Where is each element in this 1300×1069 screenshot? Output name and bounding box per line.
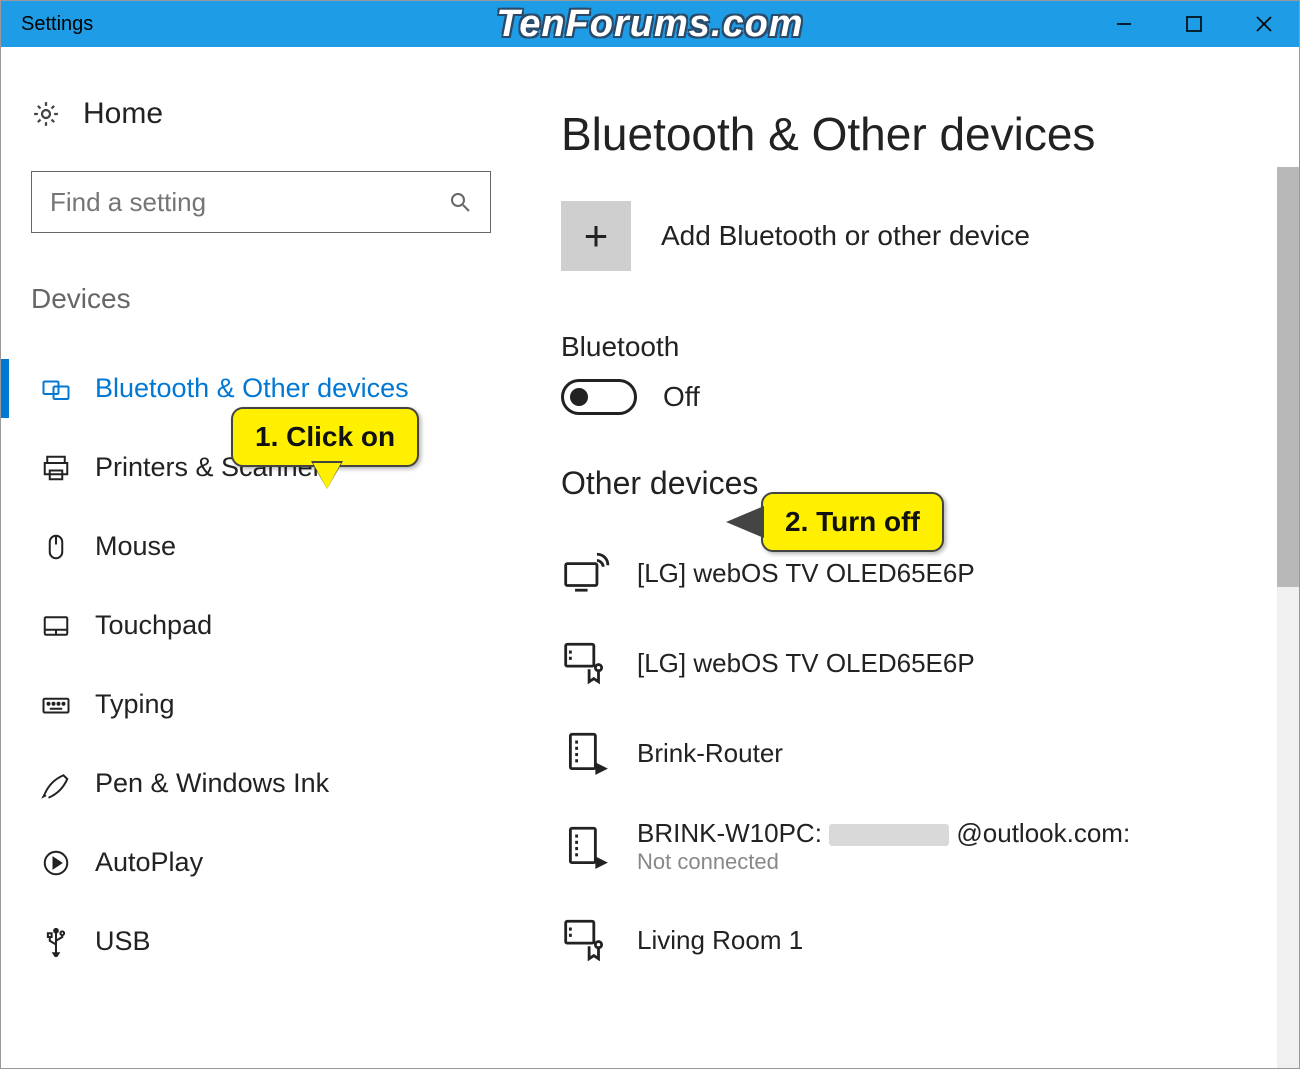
window-controls	[1089, 1, 1299, 47]
device-status: Not connected	[637, 849, 1130, 875]
mouse-icon	[41, 532, 71, 562]
bluetooth-devices-icon	[41, 374, 71, 404]
callout-tail	[729, 508, 765, 536]
sidebar-item-label: Pen & Windows Ink	[95, 768, 329, 799]
tv-cast-icon	[561, 548, 611, 598]
device-name-suffix: @outlook.com:	[956, 818, 1130, 848]
sidebar-item-typing[interactable]: Typing	[31, 665, 491, 744]
sidebar-item-pen[interactable]: Pen & Windows Ink	[31, 744, 491, 823]
device-name: Brink-Router	[637, 738, 783, 769]
add-device-button[interactable]: + Add Bluetooth or other device	[561, 201, 1269, 271]
callout-tail	[313, 463, 341, 489]
sidebar-item-label: Mouse	[95, 531, 176, 562]
search-input[interactable]	[50, 187, 448, 218]
device-name: [LG] webOS TV OLED65E6P	[637, 558, 975, 589]
scrollbar-thumb[interactable]	[1277, 167, 1299, 587]
bluetooth-toggle-row: Off	[561, 379, 1269, 415]
usb-icon	[41, 927, 71, 957]
close-button[interactable]	[1229, 1, 1299, 47]
device-item[interactable]: [LG] webOS TV OLED65E6P	[561, 618, 1269, 708]
sidebar-item-label: AutoPlay	[95, 847, 203, 878]
search-box[interactable]	[31, 171, 491, 233]
sidebar-item-label: Bluetooth & Other devices	[95, 373, 409, 404]
generic-device-icon	[561, 822, 611, 872]
window-title: Settings	[1, 13, 93, 36]
maximize-button[interactable]	[1159, 1, 1229, 47]
keyboard-icon	[41, 690, 71, 720]
touchpad-icon	[41, 611, 71, 641]
sidebar-section-label: Devices	[31, 283, 491, 315]
generic-device-icon	[561, 728, 611, 778]
annotation-text: 1. Click on	[255, 421, 395, 452]
device-name: BRINK-W10PC: @outlook.com:	[637, 818, 1130, 849]
media-device-icon	[561, 915, 611, 965]
bluetooth-label: Bluetooth	[561, 331, 1269, 363]
home-link[interactable]: Home	[31, 97, 491, 131]
sidebar: Home Devices Bluetooth & Other devices	[1, 47, 521, 1068]
titlebar: Settings TenForums.com	[1, 1, 1299, 47]
printer-icon	[41, 453, 71, 483]
annotation-text: 2. Turn off	[785, 506, 920, 537]
media-device-icon	[561, 638, 611, 688]
bluetooth-toggle[interactable]	[561, 379, 637, 415]
bluetooth-toggle-state: Off	[663, 381, 700, 413]
scrollbar[interactable]	[1277, 167, 1299, 1068]
add-device-label: Add Bluetooth or other device	[661, 220, 1030, 252]
sidebar-item-touchpad[interactable]: Touchpad	[31, 586, 491, 665]
sidebar-item-label: Touchpad	[95, 610, 212, 641]
device-item[interactable]: Brink-Router	[561, 708, 1269, 798]
sidebar-item-mouse[interactable]: Mouse	[31, 507, 491, 586]
toggle-knob	[570, 388, 588, 406]
annotation-callout-2: 2. Turn off	[761, 492, 944, 552]
sidebar-item-usb[interactable]: USB	[31, 902, 491, 981]
search-icon	[448, 190, 472, 214]
settings-window: Settings TenForums.com	[0, 0, 1300, 1069]
annotation-callout-1: 1. Click on	[231, 407, 419, 467]
pen-icon	[41, 769, 71, 799]
device-name: Living Room 1	[637, 925, 803, 956]
device-item[interactable]: BRINK-W10PC: @outlook.com: Not connected	[561, 798, 1269, 895]
page-title: Bluetooth & Other devices	[561, 107, 1269, 161]
device-item[interactable]: Living Room 1	[561, 895, 1269, 985]
home-label: Home	[83, 97, 163, 131]
device-name-prefix: BRINK-W10PC:	[637, 818, 822, 848]
sidebar-item-label: USB	[95, 926, 151, 957]
plus-icon: +	[561, 201, 631, 271]
autoplay-icon	[41, 848, 71, 878]
redacted-text	[829, 824, 949, 846]
sidebar-item-label: Typing	[95, 689, 175, 720]
gear-icon	[31, 99, 61, 129]
device-name: [LG] webOS TV OLED65E6P	[637, 648, 975, 679]
minimize-button[interactable]	[1089, 1, 1159, 47]
sidebar-item-autoplay[interactable]: AutoPlay	[31, 823, 491, 902]
watermark-text: TenForums.com	[496, 3, 803, 46]
main-content: Bluetooth & Other devices + Add Bluetoot…	[521, 47, 1299, 1068]
window-body: Home Devices Bluetooth & Other devices	[1, 47, 1299, 1068]
